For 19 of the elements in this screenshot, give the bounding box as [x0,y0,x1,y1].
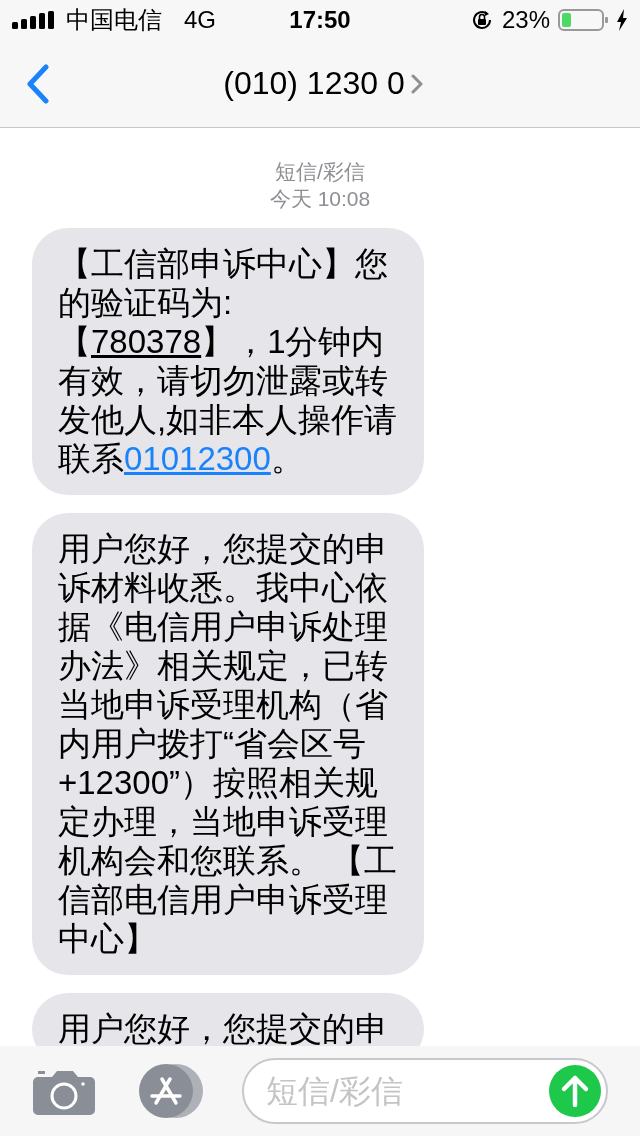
battery-icon [558,8,608,32]
battery-percent: 23% [501,6,550,34]
service-label: 短信/彩信 [275,159,365,185]
message-time: 今天 10:08 [269,186,371,212]
code-link[interactable]: 780378 [91,323,202,360]
message-text: 【工信部申诉中心】您的验证码为:【780378】，1分钟内有效，请切勿泄露或转发他人,如非本人操作请联系01012300。 [58,244,398,478]
charging-icon [616,9,628,31]
message-input[interactable]: 短信/彩信 [242,1058,608,1124]
signal-icon [12,11,56,29]
app-store-icon[interactable] [136,1063,206,1119]
message-text: 用户您好，您提交的申 [58,1009,389,1048]
chevron-icon[interactable] [410,73,423,94]
contact-title[interactable]: (010) 1230 0 [223,65,405,102]
clock-time: 17:50 [289,6,351,34]
carrier-name: 中国电信 [66,5,162,35]
network-type: 4G [184,6,216,34]
message-text: 用户您好，您提交的申诉材料收悉。我中心依据《电信用户申诉处理办法》相关规定，已转当地申诉受理机构（省内用户拨打“省会区号+12300”）按照相关规定办理，当地申诉受理机构会和您联系。 【工信部电信用户申诉受理中心】 [58,529,398,958]
send-button[interactable] [549,1065,601,1117]
back-icon[interactable] [26,64,50,104]
